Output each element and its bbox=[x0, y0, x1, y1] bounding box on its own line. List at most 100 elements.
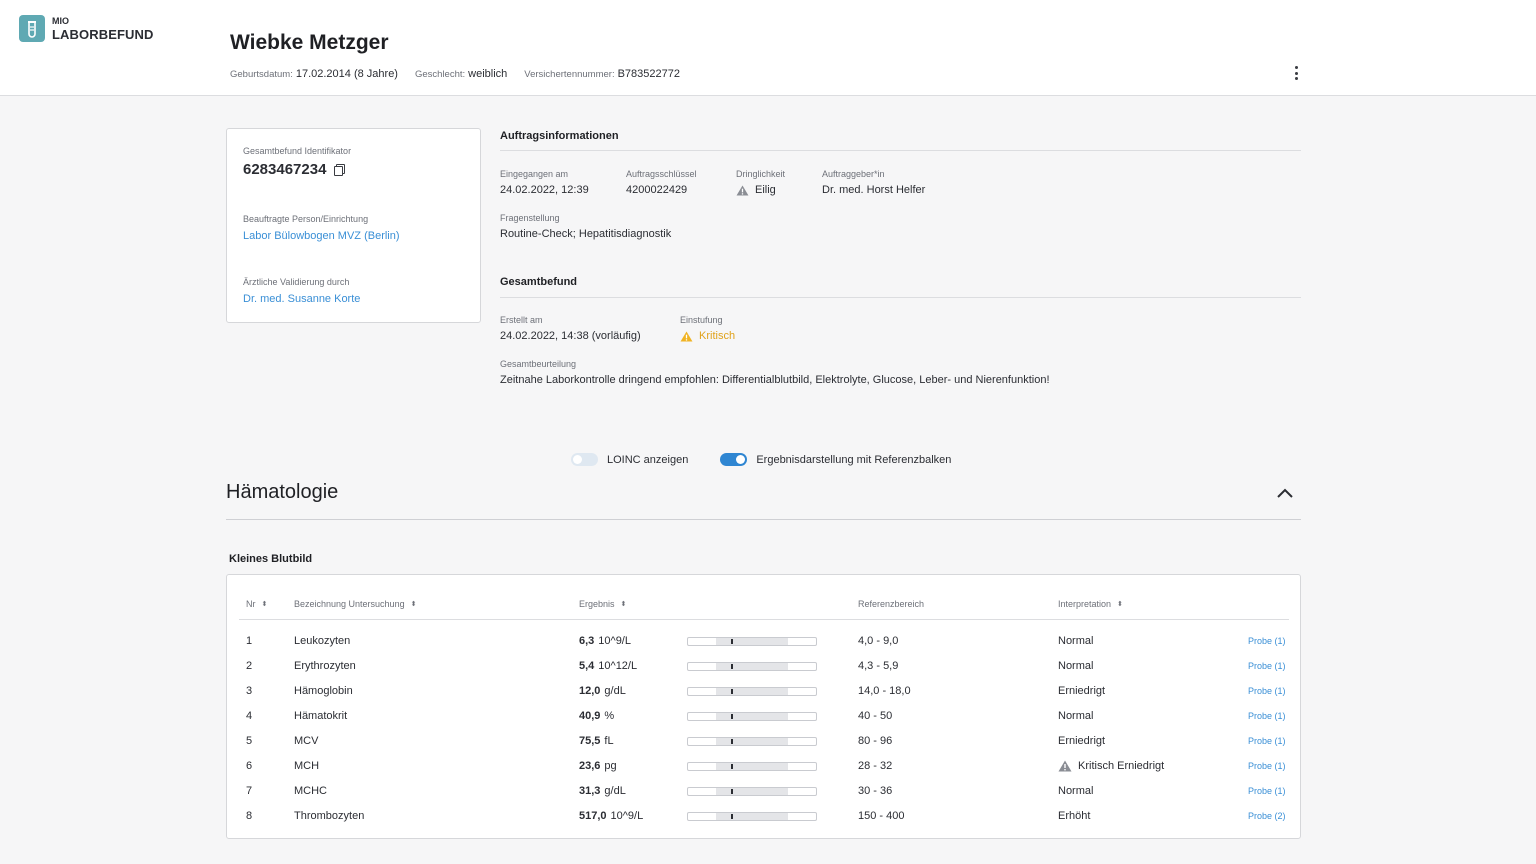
reference-range: 4,0 - 9,0 bbox=[858, 635, 899, 647]
sort-icon: ⬍ bbox=[1117, 600, 1123, 608]
reference-range-band bbox=[716, 788, 788, 795]
sort-icon: ⬍ bbox=[261, 600, 268, 608]
reference-range: 30 - 36 bbox=[858, 785, 893, 797]
value-marker bbox=[731, 714, 733, 719]
probe-link[interactable]: Probe (1) bbox=[1248, 684, 1286, 698]
reference-range: 4,3 - 5,9 bbox=[858, 660, 899, 672]
validation-link[interactable]: Dr. med. Susanne Korte bbox=[243, 293, 360, 305]
app-logo[interactable]: MIO LABORBEFUND bbox=[19, 15, 153, 42]
row-number: 2 bbox=[246, 660, 253, 672]
reference-range: 28 - 32 bbox=[858, 760, 893, 772]
order-info-title: Auftragsinformationen bbox=[500, 130, 619, 142]
orderer-link[interactable]: Dr. med. Horst Helfer bbox=[822, 184, 925, 196]
result: 6,3 10^9/L bbox=[579, 634, 631, 648]
column-header-result[interactable]: Ergebnis ⬍ bbox=[579, 599, 626, 609]
warning-icon bbox=[736, 184, 749, 196]
section-title: Hämatologie bbox=[226, 481, 339, 503]
reference-bar bbox=[687, 787, 817, 796]
result-id-value: 6283467234 bbox=[243, 161, 327, 178]
row-number: 1 bbox=[246, 635, 253, 647]
reference-range-band bbox=[716, 713, 788, 720]
row-number: 3 bbox=[246, 685, 253, 697]
reference-range: 150 - 400 bbox=[858, 810, 905, 822]
interpretation: Normal bbox=[1058, 709, 1093, 723]
result: 75,5 fL bbox=[579, 734, 614, 748]
column-header-name[interactable]: Bezeichnung Untersuchung ⬍ bbox=[294, 599, 416, 609]
results-table: Nr ⬍ Bezeichnung Untersuchung ⬍ Ergebnis… bbox=[226, 574, 1301, 839]
interpretation-value: Normal bbox=[1058, 710, 1094, 722]
table-row: 6 MCH 23,6 pg 28 - 32 Kritisch Erniedrigt Prob… bbox=[227, 759, 1300, 784]
row-number: 8 bbox=[246, 810, 253, 822]
insurance-number-label: Versichertennummer: bbox=[524, 69, 615, 80]
probe-link[interactable]: Probe (1) bbox=[1248, 709, 1286, 723]
test-name: Leukozyten bbox=[294, 635, 351, 647]
test-name: Hämatokrit bbox=[294, 710, 348, 722]
result: 40,9% bbox=[579, 709, 614, 723]
reference-range: 40 - 50 bbox=[858, 710, 893, 722]
logo-small-text: MIO bbox=[52, 15, 69, 26]
probe-link[interactable]: Probe (1) bbox=[1248, 759, 1286, 773]
interpretation: Normal bbox=[1058, 634, 1093, 648]
reference-range: 14,0 - 18,0 bbox=[858, 685, 911, 697]
result-unit: pg bbox=[604, 760, 617, 772]
patient-meta: Geburtsdatum: 17.02.2014 (8 Jahre) Geschl… bbox=[230, 68, 680, 80]
result-unit: 10^12/L bbox=[598, 660, 638, 672]
reference-range-band bbox=[716, 638, 788, 645]
table-row: 1 Leukozyten 6,3 10^9/L 4,0 - 9,0 Normal Probe… bbox=[227, 634, 1300, 659]
probe-link[interactable]: Probe (1) bbox=[1248, 659, 1286, 673]
order-key-value: 4200022429 bbox=[626, 184, 688, 196]
question-label: Fragenstellung bbox=[500, 213, 560, 223]
refbar-toggle[interactable] bbox=[720, 453, 748, 466]
reference-range-band bbox=[716, 813, 788, 820]
probe-link[interactable]: Probe (2) bbox=[1248, 809, 1286, 823]
validation-label: Ärztliche Validierung durch bbox=[243, 277, 350, 287]
page-header: MIO LABORBEFUND Wiebke Metzger Geburtsda… bbox=[0, 0, 1536, 96]
created-label: Erstellt am bbox=[500, 315, 543, 325]
probe-link[interactable]: Probe (1) bbox=[1248, 784, 1286, 798]
column-header-label: Nr bbox=[246, 599, 256, 609]
interpretation-value: Normal bbox=[1058, 635, 1094, 647]
row-number: 4 bbox=[246, 710, 253, 722]
interpretation: Erniedrigt bbox=[1058, 734, 1105, 748]
test-name: MCHC bbox=[294, 785, 327, 797]
result-value: 5,4 bbox=[579, 660, 595, 672]
logo-title: LABORBEFUND bbox=[52, 26, 154, 42]
display-toggles: LOINC anzeigen Ergebnisdarstellung mit R… bbox=[571, 453, 951, 466]
probe-link[interactable]: Probe (1) bbox=[1248, 634, 1286, 648]
chevron-up-icon[interactable] bbox=[1276, 486, 1294, 500]
result: 517,0 10^9/L bbox=[579, 809, 643, 823]
value-marker bbox=[731, 664, 733, 669]
reference-bar bbox=[687, 637, 817, 646]
reference-range-band bbox=[716, 763, 788, 770]
birth-date: Geburtsdatum: 17.02.2014 (8 Jahre) bbox=[230, 68, 398, 80]
column-header-interpretation[interactable]: Interpretation ⬍ bbox=[1058, 599, 1123, 609]
value-marker bbox=[731, 764, 733, 769]
panel-title: Kleines Blutbild bbox=[229, 553, 313, 565]
assessment-label: Gesamtbeurteilung bbox=[500, 359, 577, 369]
result-unit: 10^9/L bbox=[598, 635, 631, 647]
summary-card: Gesamtbefund Identifikator 6283467234 Be… bbox=[226, 128, 481, 323]
warning-icon bbox=[680, 330, 693, 342]
reference-range-band bbox=[716, 663, 788, 670]
probe-link[interactable]: Probe (1) bbox=[1248, 734, 1286, 748]
interpretation: Normal bbox=[1058, 659, 1093, 673]
order-key-label: Auftragsschlüssel bbox=[626, 169, 697, 179]
result-unit: g/dL bbox=[604, 685, 626, 697]
sort-icon: ⬍ bbox=[410, 600, 417, 608]
column-header-label: Ergebnis bbox=[579, 599, 615, 609]
result-value: 517,0 bbox=[579, 810, 607, 822]
value-marker bbox=[731, 814, 733, 819]
interpretation-value: Erhöht bbox=[1058, 810, 1091, 822]
loinc-toggle[interactable] bbox=[571, 453, 598, 466]
result-value: 23,6 bbox=[579, 760, 601, 772]
birth-date-label: Geburtsdatum: bbox=[230, 69, 293, 80]
more-options-icon[interactable] bbox=[1289, 64, 1303, 82]
result-id-label: Gesamtbefund Identifikator bbox=[243, 146, 352, 156]
interpretation: Normal bbox=[1058, 784, 1093, 798]
column-header-nr[interactable]: Nr ⬍ bbox=[246, 599, 267, 609]
result-unit: g/dL bbox=[604, 785, 626, 797]
rating-value: Kritisch bbox=[699, 330, 736, 342]
copy-icon[interactable] bbox=[334, 164, 346, 176]
assigned-link[interactable]: Labor Bülowbogen MVZ (Berlin) bbox=[243, 230, 400, 242]
received-label: Eingegangen am bbox=[500, 169, 569, 179]
